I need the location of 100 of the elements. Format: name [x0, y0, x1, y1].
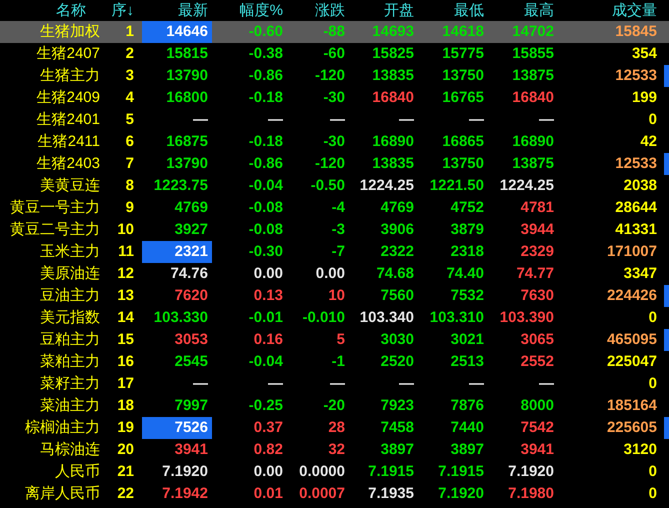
table-cell-text: 黄豆一号主力	[9, 198, 100, 218]
table-cell-text: 16840	[512, 88, 554, 108]
table-cell-text: 生猪主力	[39, 66, 100, 86]
table-cell-text: 42	[640, 132, 657, 152]
table-cell-text: 3941	[174, 440, 208, 460]
table-cell-text: 13790	[166, 66, 208, 86]
table-cell-text: 黄豆二号主力	[9, 220, 100, 240]
table-cell-text: 0.00	[254, 462, 283, 482]
table-cell-text: 74.77	[516, 264, 554, 284]
table-cell-text: 13835	[372, 154, 414, 174]
column-header[interactable]: 序↓	[100, 0, 138, 21]
column-header[interactable]: 幅度%	[212, 0, 287, 21]
table-cell-text: 12533	[615, 66, 657, 86]
table-cell-text: —	[539, 374, 554, 394]
table-cell-text: —	[330, 110, 345, 130]
table-cell-text: 16865	[442, 132, 484, 152]
table-cell-text: 7458	[380, 418, 414, 438]
table-cell-text: 0	[648, 484, 657, 504]
table-cell-text: 0	[648, 374, 657, 394]
table-cell-text: -30	[323, 88, 345, 108]
table-cell-text: 74.68	[376, 264, 414, 284]
table-cell-text: -1	[332, 352, 345, 372]
table-cell-text: -0.04	[248, 176, 283, 196]
table-cell-text: 4769	[380, 198, 414, 218]
selected-row[interactable]: 生猪加权 1 14646 -0.60 -88 14693 14618 14702 15845	[0, 21, 669, 43]
table-cell-text: 3030	[380, 330, 414, 350]
table-cell-text: 生猪2403	[36, 154, 100, 174]
table-cell-text: 豆油主力	[39, 286, 100, 306]
column-header[interactable]: 最高	[488, 0, 558, 21]
table-cell-text: 224426	[606, 286, 657, 306]
table-cell-text: 7923	[380, 396, 414, 416]
table-cell-text: 18	[116, 396, 135, 416]
table-cell-text: 3065	[520, 330, 554, 350]
table-cell-text: —	[193, 374, 208, 394]
table-cell-text: 13750	[442, 154, 484, 174]
table-cell-text: 1	[124, 22, 135, 42]
table-cell-text: 菜籽主力	[39, 374, 100, 394]
table-cell-text: 生猪加权	[39, 22, 100, 42]
table-cell-text: —	[469, 110, 484, 130]
table-cell-text: 32	[328, 440, 345, 460]
table-cell-text: 15815	[166, 44, 208, 64]
table-cell-text: 4781	[520, 198, 554, 218]
table-cell-text: 13875	[512, 154, 554, 174]
table-cell-text: —	[330, 374, 345, 394]
table-cell-text: 6	[124, 132, 135, 152]
table-cell-text: 8000	[520, 396, 554, 416]
table-cell-text: 7997	[174, 396, 208, 416]
table-cell-text: —	[399, 110, 414, 130]
table-cell-text: 185164	[606, 396, 657, 416]
column-header[interactable]: 开盘	[349, 0, 418, 21]
table-cell-text: 3906	[380, 220, 414, 240]
table-cell-text: 3053	[174, 330, 208, 350]
table-cell-text: 16875	[166, 132, 208, 152]
table-cell-text: 7.1980	[508, 484, 554, 504]
column-header[interactable]: 涨跌	[287, 0, 349, 21]
table-cell-text: 0.0007	[299, 484, 345, 504]
table-cell-text: 2552	[520, 352, 554, 372]
table-cell-text: —	[193, 110, 208, 130]
table-cell-text: -0.08	[248, 198, 283, 218]
table-cell-text: 16840	[372, 88, 414, 108]
table-cell-text: -0.86	[248, 154, 283, 174]
table-cell-text: 12	[116, 264, 135, 284]
table-cell-text: 离岸人民币	[24, 484, 100, 504]
table-cell-text: 2329	[520, 242, 554, 262]
table-cell-text: 马棕油连	[39, 440, 100, 460]
table-cell-text: 19	[116, 418, 135, 438]
column-header[interactable]: 最新	[138, 0, 212, 21]
table-cell-text: 41331	[615, 220, 657, 240]
table-cell-text: -0.86	[248, 66, 283, 86]
table-cell-text: 12533	[615, 154, 657, 174]
table-cell-text: 0.13	[254, 286, 283, 306]
table-cell-text: 10	[116, 220, 135, 240]
table-cell-text: 13790	[166, 154, 208, 174]
table-cell-text: 7876	[450, 396, 484, 416]
table-cell-text: 0	[648, 308, 657, 328]
table-cell-text: 16	[116, 352, 135, 372]
table-cell-text: —	[539, 110, 554, 130]
table-cell-text: 2513	[450, 352, 484, 372]
column-header[interactable]: 最低	[418, 0, 488, 21]
table-cell-text: 2	[124, 44, 135, 64]
table-cell-text: 465095	[606, 330, 657, 350]
table-cell-text: -88	[323, 22, 345, 42]
table-cell-text: 15775	[442, 44, 484, 64]
table-cell-text: 0.01	[254, 484, 283, 504]
table-cell-text: 生猪2407	[36, 44, 100, 64]
table-cell-text: 14693	[372, 22, 414, 42]
table-cell-text: 14	[116, 308, 135, 328]
table-cell-text: 7.1942	[162, 484, 208, 504]
table-cell-text: 3	[124, 66, 135, 86]
column-header[interactable]: 成交量	[558, 0, 661, 21]
table-cell-text: 2038	[624, 176, 657, 196]
column-header[interactable]: 名称	[0, 0, 100, 21]
table-cell-text: 1221.50	[430, 176, 484, 196]
table-cell-text: 4752	[450, 198, 484, 218]
table-cell-text: 13750	[442, 66, 484, 86]
table-cell-text: 15855	[512, 44, 554, 64]
table-cell-text: —	[268, 110, 283, 130]
table-cell-text: -20	[323, 396, 345, 416]
table-cell-text: -0.25	[248, 396, 283, 416]
table-cell-text: 7	[124, 154, 135, 174]
